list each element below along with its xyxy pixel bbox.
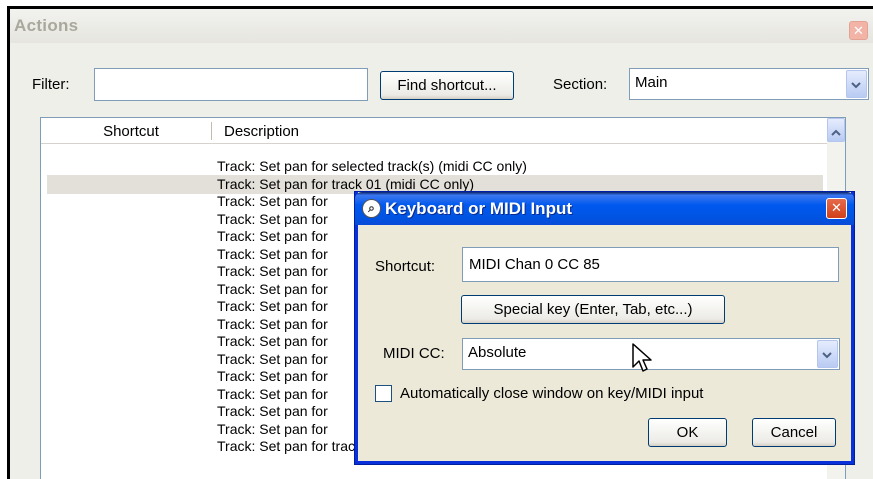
list-item-description: Track: Set pan for	[217, 333, 328, 349]
auto-close-label[interactable]: Automatically close window on key/MIDI i…	[400, 385, 703, 402]
filter-label: Filter:	[32, 76, 70, 93]
midi-cc-label: MIDI CC:	[383, 345, 445, 362]
actions-close-button[interactable]: ✕	[849, 21, 868, 40]
chevron-down-icon	[851, 77, 861, 89]
scroll-up-button[interactable]	[827, 118, 845, 142]
special-key-button[interactable]: Special key (Enter, Tab, etc...)	[461, 295, 725, 324]
list-item-description: Track: Set pan for	[217, 385, 328, 402]
close-icon: ✕	[853, 23, 864, 38]
shortcut-field[interactable]: MIDI Chan 0 CC 85	[462, 247, 839, 282]
list-item-description: Track: Set pan for	[217, 228, 328, 244]
list-item-description: Track: Set pan for	[217, 245, 328, 262]
list-item-description: Track: Set pan for	[217, 210, 328, 227]
list-item[interactable]: Track: Set pan for track 01 (midi CC onl…	[47, 174, 823, 194]
midi-cc-value: Absolute	[468, 344, 527, 361]
list-item-description: Track: Set pan for	[217, 315, 328, 332]
ok-button[interactable]: OK	[648, 418, 727, 447]
list-item-description: Track: Set pan for	[217, 368, 328, 384]
dialog-title-bar[interactable]: ⌕ Keyboard or MIDI Input ✕	[355, 192, 854, 225]
keyboard-midi-dialog: ⌕ Keyboard or MIDI Input ✕ Shortcut: MID…	[355, 192, 854, 464]
list-item-description: Track: Set pan for selected track(s) (mi…	[217, 158, 527, 174]
actions-title-bar[interactable]: Actions ✕	[10, 9, 873, 43]
section-label: Section:	[553, 76, 608, 93]
list-header: Shortcut Description	[41, 118, 827, 144]
list-item-description: Track: Set pan for	[217, 403, 328, 419]
section-dropdown-button[interactable]	[846, 70, 867, 98]
filter-input[interactable]	[94, 68, 368, 101]
section-value: Main	[635, 74, 668, 91]
dialog-close-button[interactable]: ✕	[826, 198, 847, 219]
column-separator[interactable]	[211, 122, 212, 140]
cancel-button[interactable]: Cancel	[752, 418, 836, 447]
column-header-shortcut[interactable]: Shortcut	[51, 123, 211, 140]
shortcut-label: Shortcut:	[375, 258, 436, 275]
list-item-description: Track: Set pan for	[217, 420, 328, 437]
list-item[interactable]: Track: Set pan for selected track(s) (mi…	[47, 157, 823, 176]
mouse-cursor-icon	[632, 343, 654, 379]
section-dropdown[interactable]: Main	[629, 68, 869, 100]
chevron-up-icon	[831, 125, 841, 142]
actions-title: Actions	[14, 16, 79, 35]
list-item-description: Track: Set pan for	[217, 298, 328, 314]
list-item-description: Track: Set pan for track 01 (midi CC onl…	[217, 175, 475, 192]
shortcut-value: MIDI Chan 0 CC 85	[469, 256, 600, 273]
reaper-icon: ⌕	[362, 199, 381, 218]
dialog-title: Keyboard or MIDI Input	[385, 199, 572, 218]
list-item-description: Track: Set pan for	[217, 350, 328, 367]
list-item-description: Track: Set pan for	[217, 263, 328, 279]
chevron-down-icon	[822, 347, 832, 359]
list-item-description: Track: Set pan for	[217, 280, 328, 297]
find-shortcut-button[interactable]: Find shortcut...	[380, 71, 514, 100]
midi-cc-dropdown-button[interactable]	[817, 340, 838, 368]
close-icon: ✕	[831, 200, 842, 215]
auto-close-checkbox[interactable]	[375, 385, 392, 402]
column-header-description[interactable]: Description	[224, 123, 299, 140]
list-item-description: Track: Set pan for	[217, 193, 328, 209]
